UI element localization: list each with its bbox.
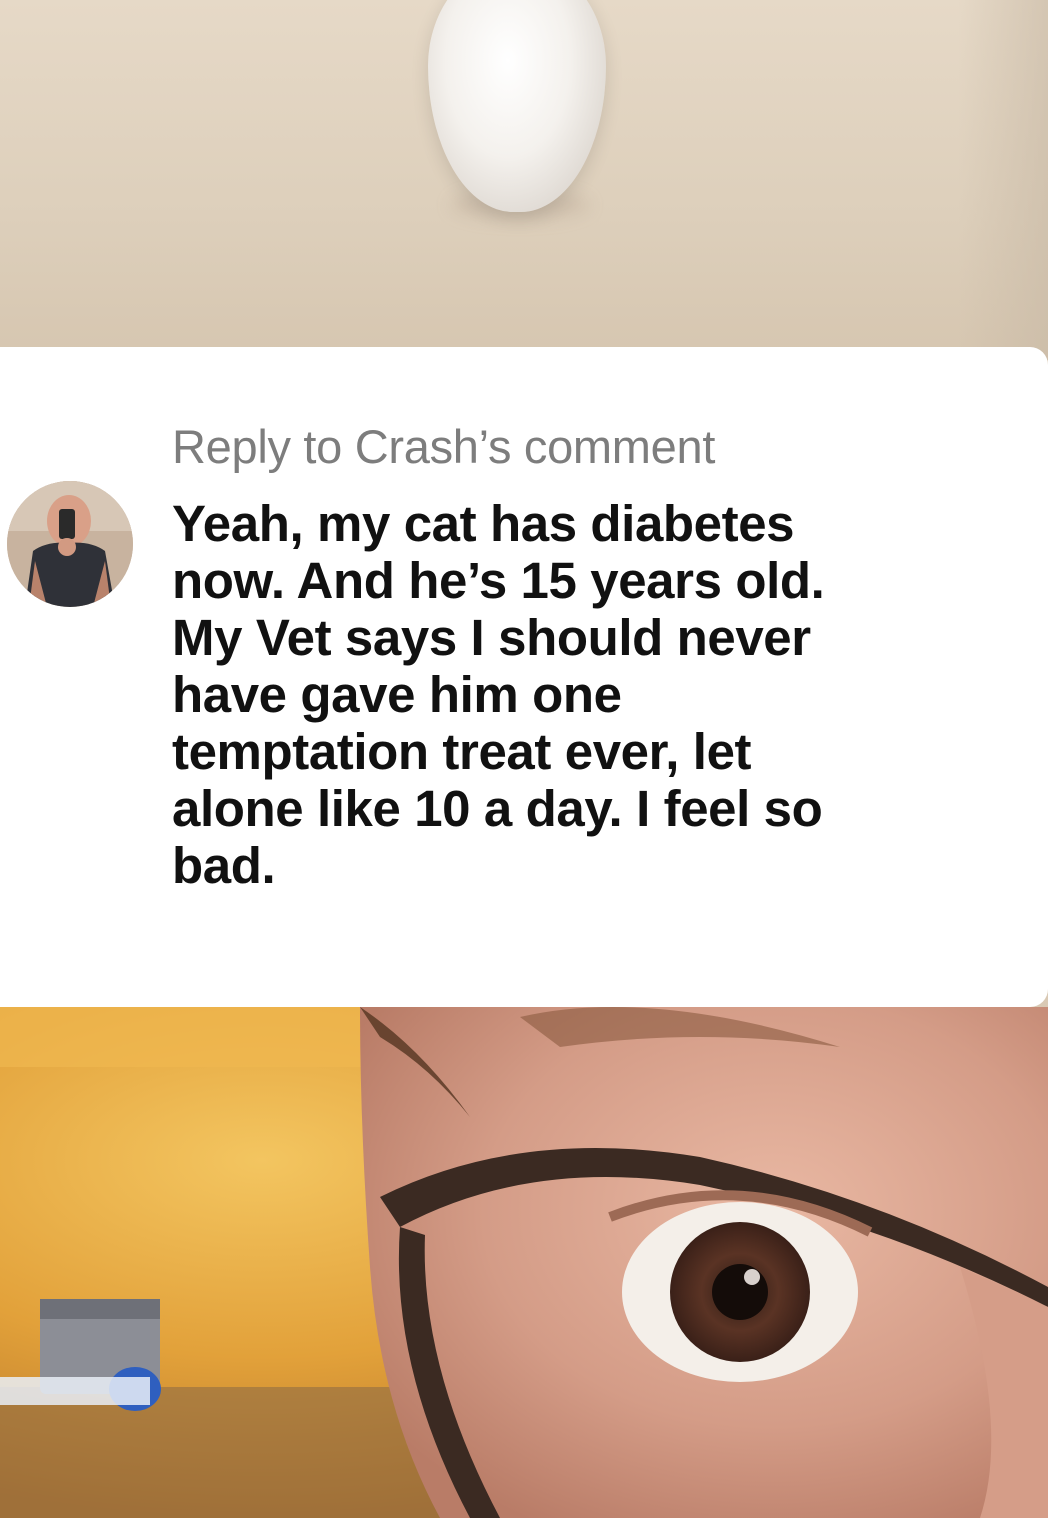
avatar-image <box>7 481 133 607</box>
video-frame-bottom <box>0 1007 1048 1518</box>
reply-comment-card[interactable]: Reply to Crash’s comment Yeah, my cat ha… <box>0 347 1048 1007</box>
video-scene <box>0 1007 1048 1518</box>
cabinet-top <box>0 1007 420 1067</box>
eye-highlight <box>744 1269 760 1285</box>
comment-body: Yeah, my cat has diabetes now. And he’s … <box>172 495 825 894</box>
wall-edge <box>958 0 1048 360</box>
counter <box>0 1387 460 1518</box>
commenter-avatar[interactable] <box>7 481 133 607</box>
video-frame-top <box>0 0 1048 360</box>
light-bulb <box>428 0 606 212</box>
eye-pupil <box>712 1264 768 1320</box>
reply-to-label: Reply to Crash’s comment <box>172 420 716 473</box>
